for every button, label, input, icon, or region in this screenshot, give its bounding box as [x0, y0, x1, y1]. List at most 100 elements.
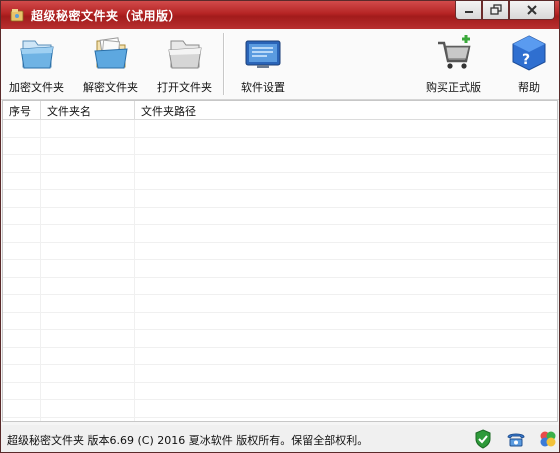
table-row[interactable] [3, 260, 557, 278]
table-row[interactable] [3, 242, 557, 260]
table-cell [3, 400, 41, 417]
table-cell [135, 173, 557, 190]
table-row[interactable] [3, 365, 557, 383]
table-row[interactable] [3, 120, 557, 138]
status-text: 超级秘密文件夹 版本6.69 (C) 2016 夏冰软件 版权所有。保留全部权利… [7, 434, 369, 447]
table-cell [41, 260, 135, 277]
shopping-cart-icon [437, 35, 470, 69]
table-row[interactable] [3, 137, 557, 155]
table-cell [41, 120, 135, 137]
table-cell [135, 418, 557, 422]
app-icon [10, 9, 24, 22]
toolbar-separator [223, 33, 225, 95]
table-row[interactable] [3, 312, 557, 330]
table-cell [135, 190, 557, 207]
table-cell [41, 207, 135, 224]
table-cell [3, 417, 41, 421]
table-cell [3, 120, 41, 137]
buy-label: 购买正式版 [426, 81, 481, 94]
table-cell [3, 312, 41, 329]
help-button[interactable]: ? 帮助 [509, 33, 549, 95]
table-row[interactable] [3, 155, 557, 173]
table-cell [41, 225, 135, 242]
clover-icon[interactable] [538, 429, 558, 449]
help-icon: ? [512, 35, 546, 71]
minimize-button[interactable] [455, 1, 482, 20]
table-cell [3, 155, 41, 172]
status-bar: 超级秘密文件夹 版本6.69 (C) 2016 夏冰软件 版权所有。保留全部权利… [1, 425, 559, 452]
table-cell [135, 225, 557, 242]
table-cell [3, 225, 41, 242]
settings-label: 软件设置 [241, 81, 285, 94]
decrypt-folder-icon [93, 37, 128, 69]
table-row[interactable] [3, 172, 557, 190]
settings-icon [245, 40, 281, 68]
shield-icon[interactable] [473, 429, 493, 449]
table-cell [41, 137, 135, 154]
table-cell [135, 348, 557, 365]
app-window: 超级秘密文件夹（试用版） 加密文件夹 解密文件夹 打开文件夹 软件设置 购买正式… [0, 0, 560, 453]
table-cell [41, 242, 135, 259]
table-cell [3, 295, 41, 312]
table-cell [41, 330, 135, 347]
close-icon [527, 5, 537, 15]
table-cell [3, 260, 41, 277]
table-cell [135, 260, 557, 277]
column-header-index[interactable]: 序号 [3, 101, 41, 119]
table-row[interactable] [3, 190, 557, 208]
column-header-name[interactable]: 文件夹名 [41, 101, 135, 119]
table-cell [3, 365, 41, 382]
table-cell [135, 400, 557, 417]
table-row[interactable] [3, 330, 557, 348]
table-cell [3, 277, 41, 294]
decrypt-folder-label: 解密文件夹 [83, 81, 138, 94]
minimize-icon [464, 11, 473, 13]
table-cell [3, 190, 41, 207]
table-cell [3, 207, 41, 224]
table-row[interactable] [3, 400, 557, 418]
table-cell [135, 243, 557, 260]
table-cell [135, 120, 557, 137]
toolbar: 加密文件夹 解密文件夹 打开文件夹 软件设置 购买正式版 ? 帮助 [1, 29, 559, 100]
table-cell [41, 155, 135, 172]
table-row[interactable] [3, 225, 557, 243]
buy-button[interactable]: 购买正式版 [426, 33, 481, 95]
table-cell [41, 312, 135, 329]
close-button[interactable] [509, 1, 555, 20]
table-cell [41, 172, 135, 189]
table-row[interactable] [3, 277, 557, 295]
table-cell [3, 242, 41, 259]
table-cell [41, 277, 135, 294]
table-cell [41, 382, 135, 399]
table-cell [135, 330, 557, 347]
table-row[interactable] [3, 382, 557, 400]
table-cell [135, 138, 557, 155]
decrypt-folder-button[interactable]: 解密文件夹 [83, 33, 138, 95]
settings-button[interactable]: 软件设置 [241, 33, 285, 95]
title-bar[interactable]: 超级秘密文件夹（试用版） [1, 1, 559, 29]
table-cell [3, 382, 41, 399]
table-row[interactable] [3, 207, 557, 225]
restore-button[interactable] [482, 1, 509, 20]
folder-table[interactable]: 序号 文件夹名 文件夹路径 [2, 100, 558, 422]
column-header-path[interactable]: 文件夹路径 [135, 101, 557, 119]
table-cell [41, 347, 135, 364]
restore-icon [489, 4, 502, 15]
table-body [3, 120, 557, 422]
table-row[interactable] [3, 347, 557, 365]
table-row[interactable] [3, 295, 557, 313]
table-cell [3, 172, 41, 189]
table-cell [41, 365, 135, 382]
phone-icon[interactable] [506, 429, 526, 449]
table-cell [41, 417, 135, 421]
table-cell [135, 155, 557, 172]
table-cell [41, 190, 135, 207]
encrypt-folder-icon [19, 40, 54, 69]
table-cell [135, 295, 557, 312]
table-row[interactable] [3, 417, 557, 422]
table-cell [3, 330, 41, 347]
open-folder-button[interactable]: 打开文件夹 [157, 33, 212, 95]
table-cell [135, 278, 557, 295]
encrypt-folder-button[interactable]: 加密文件夹 [9, 33, 64, 95]
table-cell [3, 137, 41, 154]
